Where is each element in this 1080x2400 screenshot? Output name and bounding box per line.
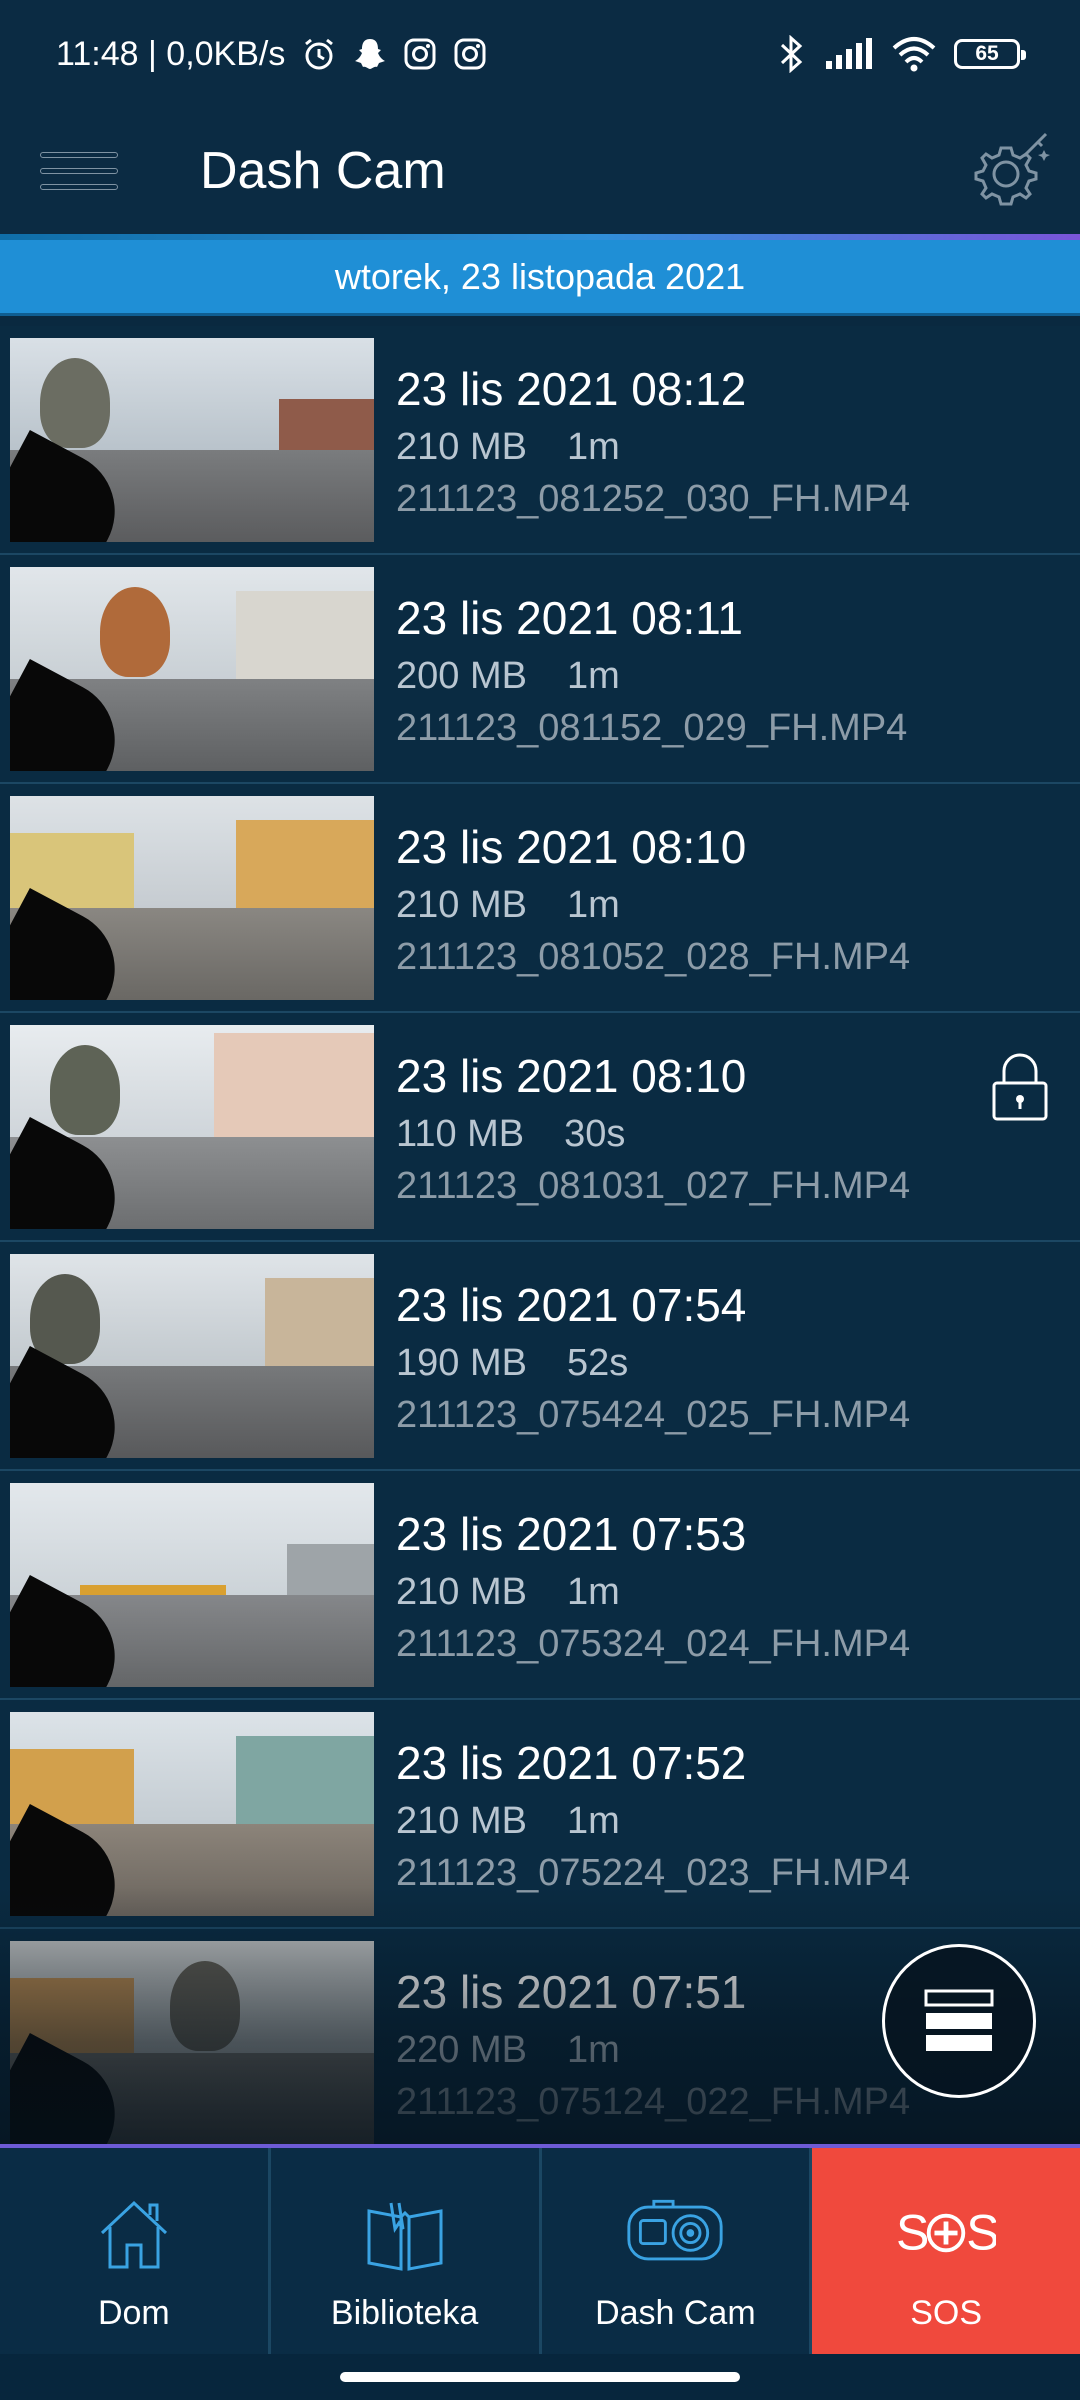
recording-size: 210 MB [396,426,527,468]
recording-meta: 110 MB 30s [396,1113,625,1156]
recording-filename: 211123_081052_028_FH.MP4 [396,936,911,978]
home-icon [84,2188,184,2278]
recording-duration: 1m [566,426,620,468]
dash-cam-icon [625,2188,725,2278]
nav-library-label: Biblioteka [330,2294,479,2332]
svg-text:S: S [896,2204,929,2260]
recording-title: 23 lis 2021 08:10 [396,821,747,873]
status-bar: 11:48 | 0,0KB/s 65 [0,0,1080,108]
recording-size: 200 MB [396,655,527,697]
recording-item[interactable]: 23 lis 2021 08:10 110 MB 30s 211123_08103… [0,1013,1080,1242]
status-left: 11:48 | 0,0KB/s [56,30,487,78]
bluetooth-icon [778,35,806,73]
video-thumbnail [10,567,374,771]
signal-icon [824,37,874,71]
recording-size: 210 MB [396,1571,527,1613]
recording-title: 23 lis 2021 08:12 [396,363,747,415]
video-thumbnail [10,1483,374,1687]
snapchat-icon [353,36,387,72]
recording-meta: 210 MB 1m [396,426,620,469]
recording-filename: 211123_075324_024_FH.MP4 [396,1623,911,1665]
recording-title: 23 lis 2021 08:10 [396,1050,747,1102]
video-thumbnail [10,796,374,1000]
recording-duration: 52s [566,1342,629,1384]
bottom-navigation: Dom Biblioteka Dash Cam SS SOS [0,2144,1080,2354]
video-thumbnail [10,1712,374,1916]
recording-duration: 1m [566,884,620,926]
recording-item[interactable]: 23 lis 2021 08:12 210 MB 1m 211123_081252… [0,326,1080,555]
sos-icon: SS [896,2188,996,2278]
battery-icon: 65 [954,39,1026,69]
nav-sos-label: SOS [910,2294,983,2332]
recording-filename: 211123_075224_023_FH.MP4 [396,1852,911,1894]
recording-item[interactable]: 23 lis 2021 07:54 190 MB 52s 211123_07542… [0,1242,1080,1471]
recording-size: 210 MB [396,1800,527,1842]
recordings-list[interactable]: 23 lis 2021 08:12 210 MB 1m 211123_081252… [0,326,1080,2144]
recording-meta: 210 MB 1m [396,1571,620,1614]
recording-title: 23 lis 2021 07:52 [396,1737,747,1789]
book-icon [355,2188,455,2278]
app-bar: Dash Cam [0,108,1080,236]
recording-duration: 1m [566,1800,620,1842]
lock-icon[interactable] [990,1053,1050,1123]
wifi-icon [892,36,936,72]
recording-size: 190 MB [396,1342,527,1384]
home-indicator[interactable] [340,2372,740,2382]
recording-meta: 210 MB 1m [396,884,620,927]
recording-size: 220 MB [396,2029,527,2071]
status-time: 11:48 | 0,0KB/s [56,34,286,73]
recording-meta: 200 MB 1m [396,655,620,698]
recording-item[interactable]: 23 lis 2021 07:52 210 MB 1m 211123_075224… [0,1700,1080,1929]
nav-sos[interactable]: SS SOS [812,2148,1080,2354]
nav-library[interactable]: Biblioteka [271,2148,542,2354]
hamburger-menu-icon[interactable] [40,136,118,206]
video-thumbnail [10,1254,374,1458]
nav-home[interactable]: Dom [0,2148,271,2354]
instagram-icon [453,37,487,71]
recording-duration: 1m [566,1571,620,1613]
recording-duration: 30s [564,1113,626,1155]
view-toggle-icon [924,1989,994,2051]
date-section-header: wtorek, 23 listopada 2021 [0,240,1080,316]
page-title: Dash Cam [200,142,446,200]
view-toggle-button[interactable] [882,1944,1036,2098]
instagram-icon [403,37,437,71]
recording-meta: 220 MB 1m [396,2029,620,2072]
alarm-icon [301,36,337,72]
recording-item[interactable]: 23 lis 2021 07:53 210 MB 1m 211123_075324… [0,1471,1080,1700]
video-thumbnail [10,1025,374,1229]
recording-title: 23 lis 2021 07:51 [396,1966,747,2018]
recording-filename: 211123_075124_022_FH.MP4 [396,2081,911,2123]
status-right: 65 [778,30,1026,78]
recording-meta: 190 MB 52s [396,1342,628,1385]
recording-filename: 211123_081252_030_FH.MP4 [396,478,911,520]
recording-filename: 211123_081152_029_FH.MP4 [396,707,908,749]
svg-text:S: S [966,2204,996,2260]
recording-filename: 211123_075424_025_FH.MP4 [396,1394,911,1436]
video-thumbnail [10,338,374,542]
recording-duration: 1m [566,2029,620,2071]
nav-home-label: Dom [97,2294,170,2332]
recording-size: 210 MB [396,884,527,926]
recording-size: 110 MB [396,1113,525,1155]
recording-item[interactable]: 23 lis 2021 08:10 210 MB 1m 211123_081052… [0,784,1080,1013]
nav-dashcam-label: Dash Cam [595,2294,756,2332]
nav-dashcam[interactable]: Dash Cam [542,2148,813,2354]
recording-filename: 211123_081031_027_FH.MP4 [396,1165,911,1207]
screen: 11:48 | 0,0KB/s 65 Dash Cam wtorek, 23 l… [0,0,1080,2400]
recording-title: 23 lis 2021 08:11 [396,592,743,644]
recording-title: 23 lis 2021 07:54 [396,1279,747,1331]
recording-meta: 210 MB 1m [396,1800,620,1843]
recording-item[interactable]: 23 lis 2021 08:11 200 MB 1m 211123_081152… [0,555,1080,784]
video-thumbnail [10,1941,374,2144]
settings-gear-icon[interactable] [968,128,1052,212]
recording-title: 23 lis 2021 07:53 [396,1508,747,1560]
recording-duration: 1m [566,655,620,697]
